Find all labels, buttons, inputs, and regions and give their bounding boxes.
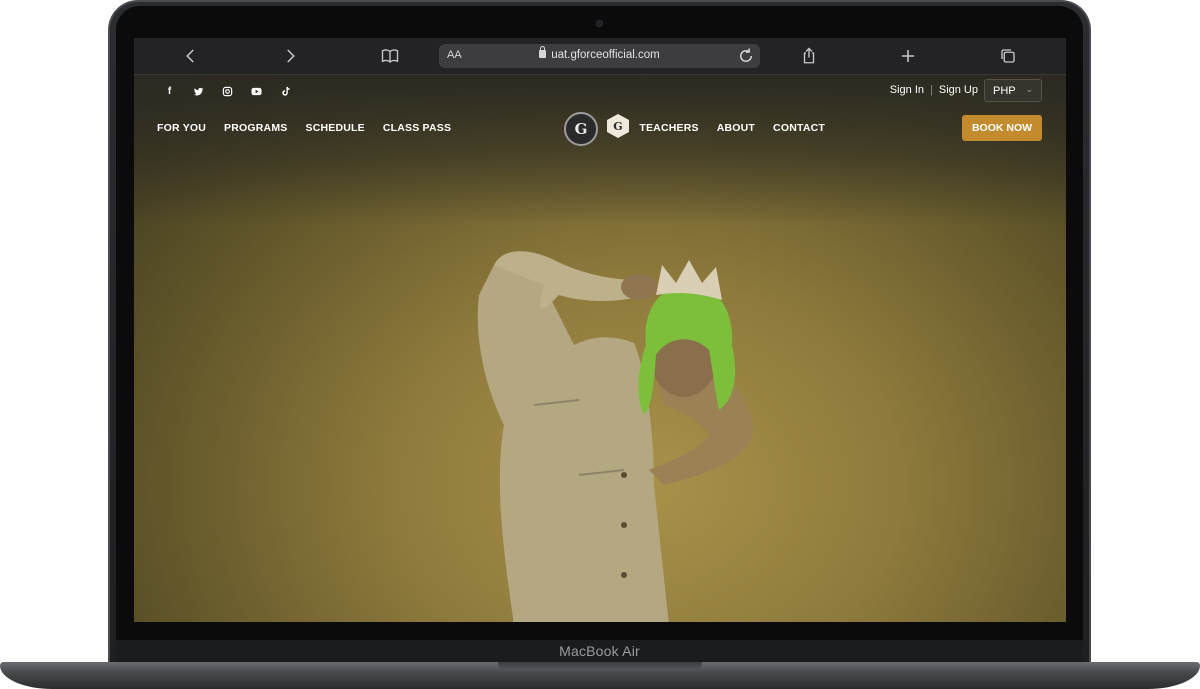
nav-about[interactable]: ABOUT	[717, 122, 755, 134]
auth-links: Sign In | Sign Up	[890, 84, 978, 96]
main-nav-right: TEACHERS ABOUT CONTACT	[639, 122, 825, 134]
reload-icon[interactable]	[737, 47, 755, 65]
address-bar[interactable]: AA uat.gforceofficial.com	[439, 44, 760, 68]
nav-contact[interactable]: CONTACT	[773, 122, 825, 134]
youtube-icon[interactable]	[249, 84, 264, 99]
new-tab-icon[interactable]	[896, 44, 920, 68]
tiktok-icon[interactable]	[278, 84, 293, 99]
forward-icon[interactable]	[278, 44, 302, 68]
facebook-icon[interactable]: f	[162, 84, 177, 99]
currency-select[interactable]: PHP ⌄	[984, 79, 1042, 102]
browser-window: AA uat.gforceofficial.com f Sign In | Si…	[134, 38, 1066, 622]
book-now-button[interactable]: BOOK NOW	[962, 115, 1042, 141]
url-display[interactable]: uat.gforceofficial.com	[439, 46, 760, 61]
camera-icon	[596, 20, 603, 27]
bookmarks-icon[interactable]	[378, 44, 402, 68]
lock-icon	[539, 46, 547, 58]
nav-class-pass[interactable]: CLASS PASS	[383, 122, 451, 134]
hero-section: f Sign In | Sign Up PHP ⌄ FOR YOU PROGRA…	[134, 75, 1066, 622]
svg-text:G: G	[613, 120, 622, 133]
seal-logo[interactable]: G	[564, 112, 598, 146]
social-links: f	[162, 84, 293, 99]
device-label: MacBook Air	[559, 643, 640, 659]
chevron-down-icon: ⌄	[1025, 84, 1033, 94]
nav-schedule[interactable]: SCHEDULE	[305, 122, 364, 134]
nav-for-you[interactable]: FOR YOU	[157, 122, 206, 134]
tabs-overview-icon[interactable]	[996, 44, 1020, 68]
nav-teachers[interactable]: TEACHERS	[639, 122, 698, 134]
laptop-notch	[498, 662, 702, 671]
currency-value: PHP	[993, 85, 1016, 97]
sign-in-link[interactable]: Sign In	[890, 84, 924, 96]
laptop-chin: MacBook Air	[116, 640, 1083, 664]
auth-separator: |	[930, 84, 933, 96]
hero-dancer-image	[477, 251, 753, 622]
main-nav-left: FOR YOU PROGRAMS SCHEDULE CLASS PASS	[157, 122, 451, 134]
browser-toolbar: AA uat.gforceofficial.com	[134, 38, 1066, 75]
sign-up-link[interactable]: Sign Up	[939, 84, 978, 96]
nav-programs[interactable]: PROGRAMS	[224, 122, 287, 134]
back-icon[interactable]	[179, 44, 203, 68]
twitter-icon[interactable]	[191, 84, 206, 99]
share-icon[interactable]	[797, 44, 821, 68]
url-text: uat.gforceofficial.com	[551, 49, 660, 61]
gforce-logo[interactable]: G	[606, 113, 630, 139]
instagram-icon[interactable]	[220, 84, 235, 99]
